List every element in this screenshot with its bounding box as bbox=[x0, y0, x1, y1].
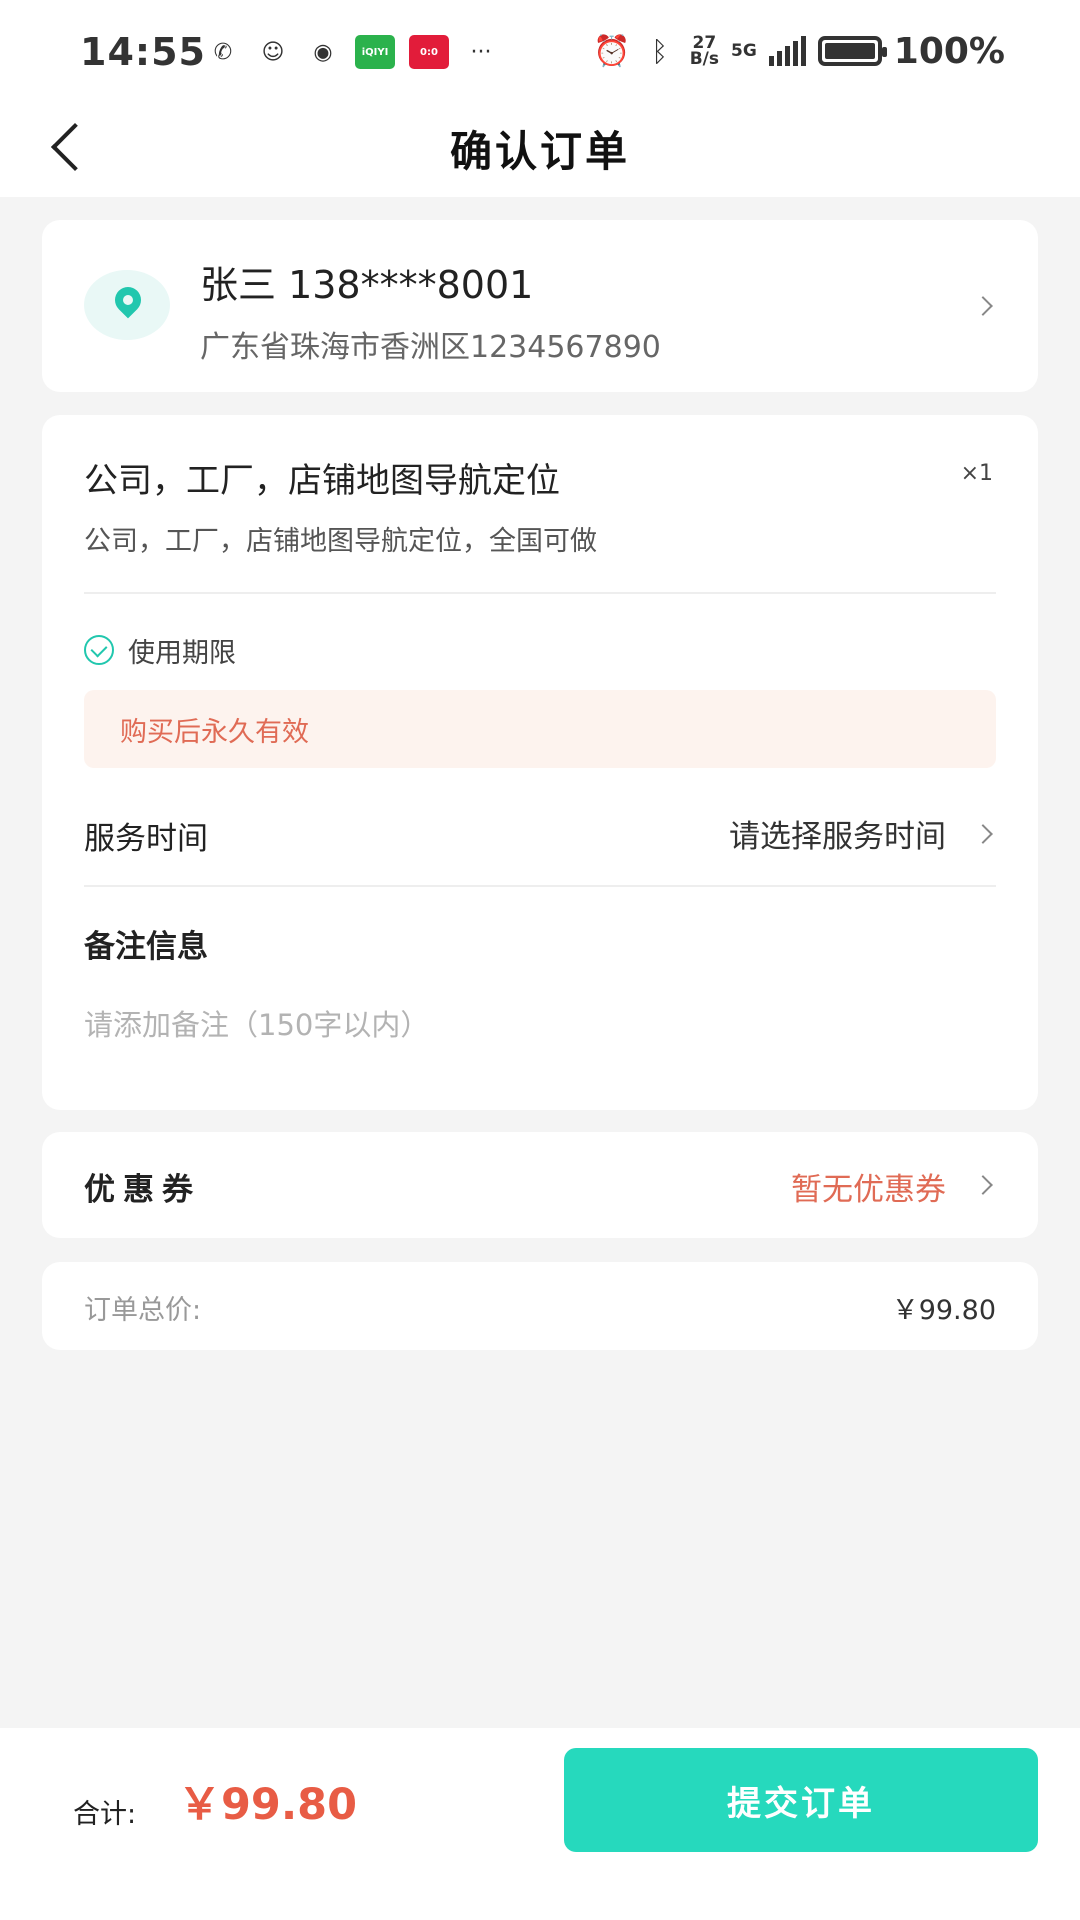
submit-order-button[interactable]: 提交订单 bbox=[564, 1748, 1038, 1852]
system-status: ⏰ ᛒ 27 B/s 5G 100% bbox=[593, 30, 1005, 72]
checkout-bar: 合计: ￥99.80 提交订单 bbox=[0, 1728, 1080, 1920]
order-total-label: 订单总价: bbox=[84, 1295, 202, 1326]
confirm-order-page: 14:55 ✆ ☺ ◉ iQIYI 0:0 ··· ⏰ ᛒ 27 B/s 5G … bbox=[0, 0, 1080, 1920]
net-speed: 27 B/s bbox=[689, 35, 719, 69]
chevron-right-icon bbox=[973, 1175, 993, 1195]
status-bar: 14:55 ✆ ☺ ◉ iQIYI 0:0 ··· ⏰ ᛒ 27 B/s 5G … bbox=[0, 0, 1080, 100]
nav-header: 确认订单 bbox=[0, 100, 1080, 197]
service-time-label: 服务时间 bbox=[84, 821, 208, 857]
more-notifications-icon: ··· bbox=[470, 39, 492, 65]
tmall-app-icon: 0:0 bbox=[409, 35, 449, 69]
address-card[interactable]: 张三 138****8001 广东省珠海市香洲区1234567890 bbox=[42, 220, 1038, 392]
page-title: 确认订单 bbox=[449, 127, 630, 176]
service-title: 公司，工厂，店铺地图导航定位 bbox=[84, 461, 560, 501]
service-description: 公司，工厂，店铺地图导航定位，全国可做 bbox=[84, 526, 597, 557]
coupon-value: 暂无优惠券 bbox=[791, 1172, 946, 1208]
divider bbox=[84, 592, 996, 594]
status-time: 14:55 bbox=[80, 30, 206, 74]
net-speed-unit: B/s bbox=[689, 49, 719, 69]
bluetooth-icon: ᛒ bbox=[651, 34, 669, 68]
coupon-card[interactable]: 优惠券 暂无优惠券 bbox=[42, 1132, 1038, 1238]
chevron-right-icon bbox=[973, 296, 993, 316]
signal-icon bbox=[768, 36, 806, 66]
order-total-value: ￥99.80 bbox=[891, 1295, 996, 1326]
location-pin-icon bbox=[84, 270, 170, 340]
camera-app-icon: ◉ bbox=[313, 39, 333, 65]
face-app-icon: ☺ bbox=[261, 39, 285, 65]
remark-label: 备注信息 bbox=[84, 929, 208, 965]
service-quantity: ×1 bbox=[960, 461, 993, 486]
order-item-card: 公司，工厂，店铺地图导航定位 ×1 公司，工厂，店铺地图导航定位，全国可做 使用… bbox=[42, 415, 1038, 1110]
iqiyi-app-icon: iQIYI bbox=[355, 35, 395, 69]
missed-call-icon: ✆ bbox=[213, 39, 233, 65]
service-time-value: 请选择服务时间 bbox=[729, 819, 946, 855]
order-total-card: 订单总价: ￥99.80 bbox=[42, 1262, 1038, 1350]
coupon-label: 优惠券 bbox=[84, 1172, 201, 1208]
validity-text: 购买后永久有效 bbox=[120, 717, 309, 748]
remark-input[interactable] bbox=[84, 995, 884, 1055]
check-circle-icon bbox=[84, 635, 114, 665]
network-type: 5G bbox=[730, 41, 757, 61]
sum-label: 合计: bbox=[73, 1799, 137, 1830]
service-time-row[interactable]: 服务时间 请选择服务时间 bbox=[42, 785, 1038, 885]
validity-label: 使用期限 bbox=[128, 638, 236, 669]
validity-notice: 购买后永久有效 bbox=[84, 690, 996, 768]
notification-icons: ✆ ☺ ◉ iQIYI 0:0 ··· bbox=[205, 32, 499, 72]
recipient-address: 广东省珠海市香洲区1234567890 bbox=[200, 330, 661, 365]
battery-icon bbox=[817, 36, 887, 66]
sum-value: ￥99.80 bbox=[178, 1780, 358, 1830]
recipient-name-phone: 张三 138****8001 bbox=[200, 263, 534, 307]
divider bbox=[84, 885, 996, 887]
alarm-icon: ⏰ bbox=[593, 33, 631, 69]
battery-percent: 100% bbox=[893, 30, 1005, 72]
chevron-right-icon bbox=[973, 824, 993, 844]
